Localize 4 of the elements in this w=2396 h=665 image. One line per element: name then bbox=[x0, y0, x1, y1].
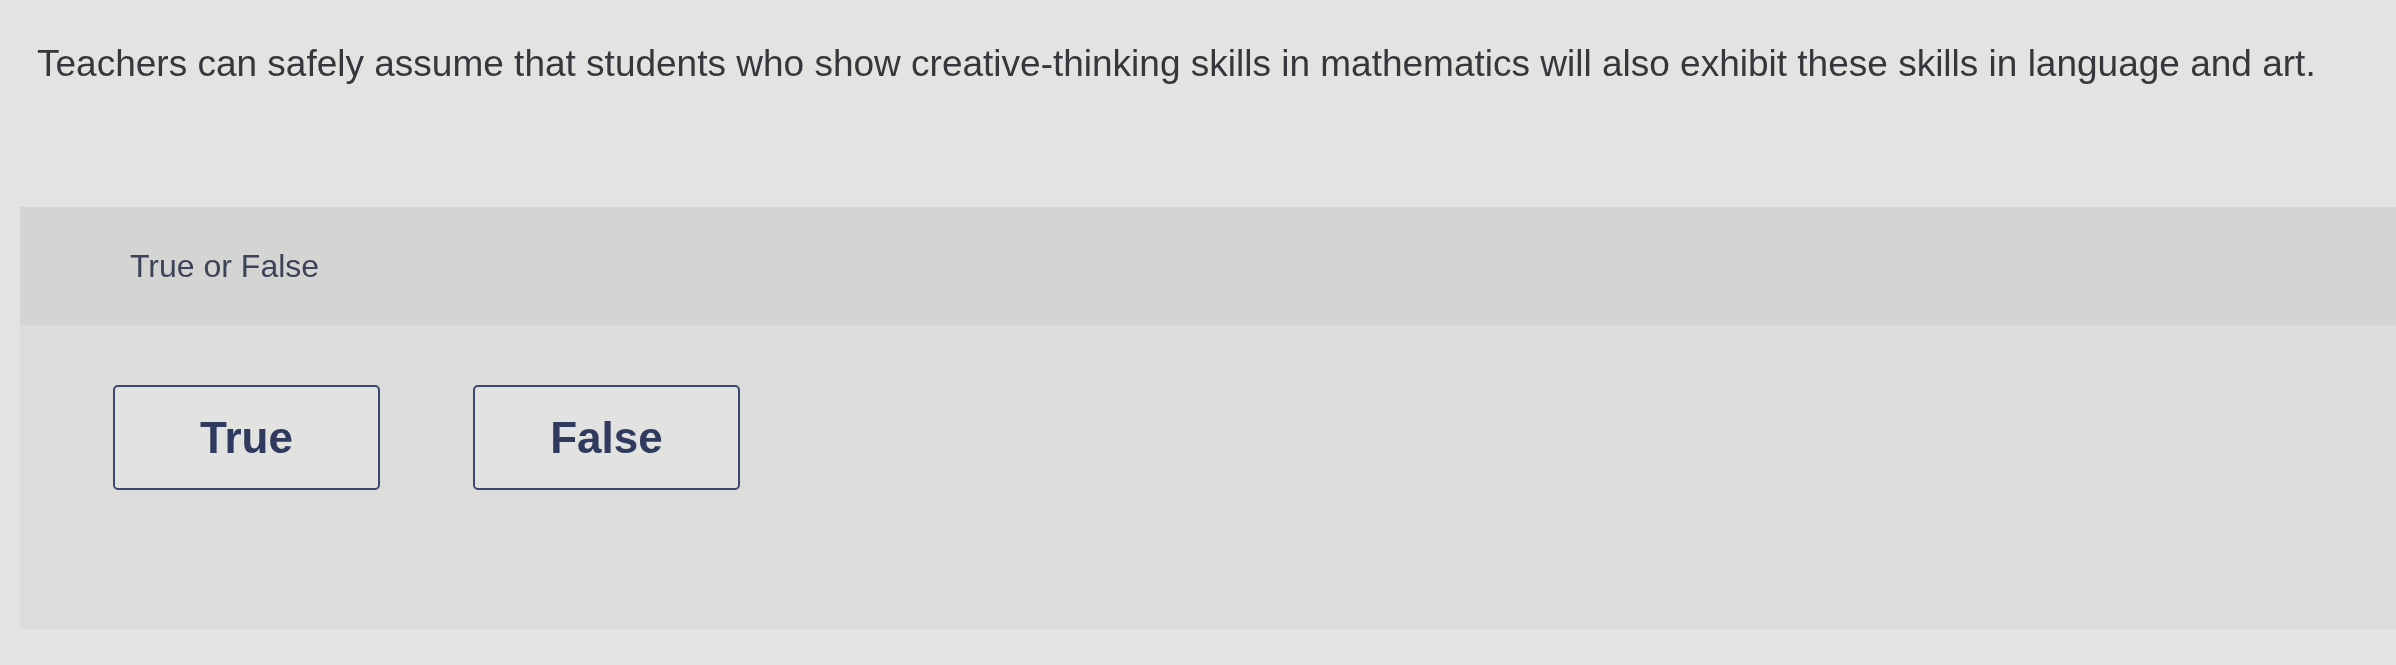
answer-option-button[interactable]: False bbox=[473, 385, 740, 490]
question-type-label: True or False bbox=[130, 247, 320, 285]
question-text: Teachers can safely assume that students who show creative-thinking skills in mathematics will also exhibit these skills in language and art. bbox=[37, 42, 2316, 86]
answer-option-button[interactable]: True bbox=[113, 385, 380, 490]
